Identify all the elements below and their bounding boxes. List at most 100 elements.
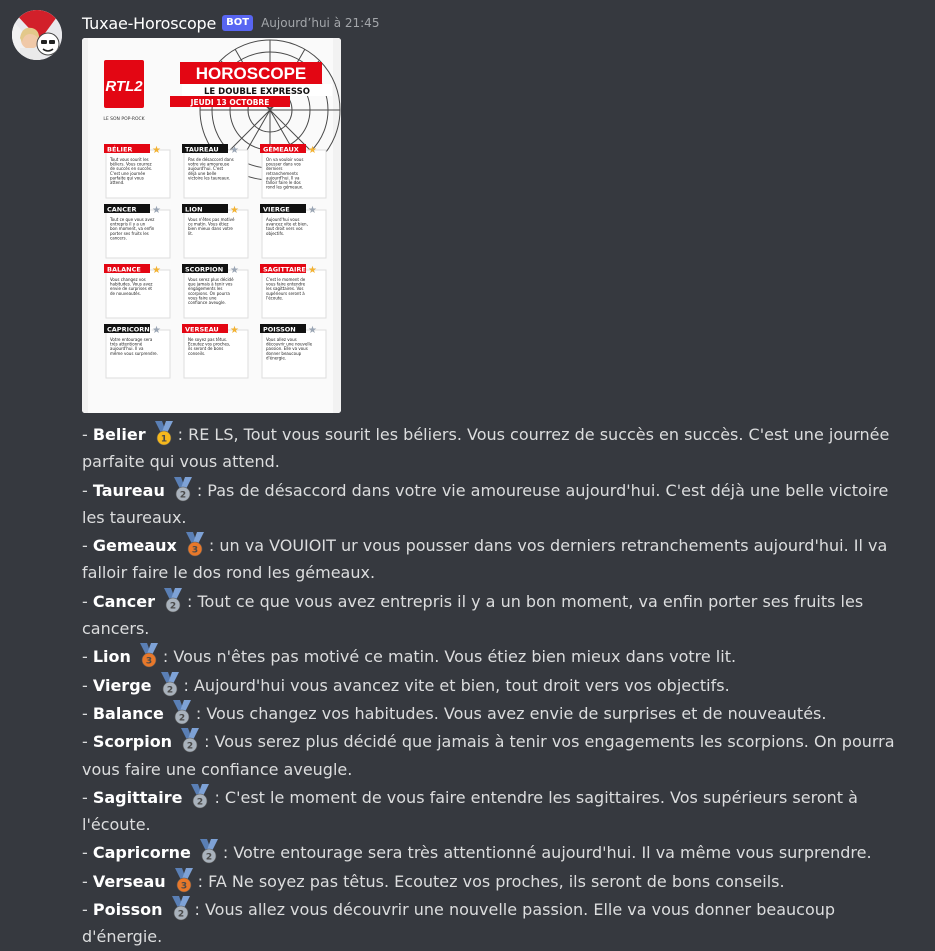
poster-card-name: BALANCE: [107, 266, 141, 274]
medal-rank: 3: [146, 657, 152, 667]
medal-rank: 2: [197, 797, 203, 807]
poster-card-text: cancers.: [110, 235, 127, 240]
entry-text: : Vous allez vous découvrir une nouvelle…: [82, 900, 836, 947]
poster-card-text: lit.: [188, 231, 193, 236]
poster-card: ★CANCERTout ce que vous avezentrepris il…: [104, 204, 171, 259]
second-place-medal-icon: 2: [177, 727, 203, 753]
poster-card-text: attend.: [110, 180, 124, 185]
medal-rank: 2: [187, 742, 193, 752]
entry-text: : Vous n'êtes pas motivé ce matin. Vous …: [162, 647, 737, 667]
second-place-medal-icon: 2: [157, 671, 183, 697]
avatar-image: [12, 10, 62, 60]
poster-card: ★GÉMEAUXOn va vouloir vouspousser dans v…: [260, 144, 327, 199]
horoscope-entry: - Verseau 3: FA Ne soyez pas têtus. Ecout…: [82, 867, 912, 895]
entry-sign-name: Taureau: [92, 480, 165, 500]
message-header: Tuxae-Horoscope BOT Aujourd’hui à 21:45: [82, 11, 379, 35]
horoscope-entry: - Sagittaire 2: C'est le moment de vous f…: [82, 783, 912, 839]
entry-text: : Vous serez plus décidé que jamais à te…: [82, 732, 895, 779]
poster-card-text: de nouveautés.: [110, 291, 141, 296]
poster-card-text: bien mieux dans votre: [188, 226, 233, 231]
poster-card-name: VERSEAU: [185, 326, 219, 334]
image-attachment[interactable]: RTL2 LE SON POP-ROCK HOROSCOPE LE DOUBLE…: [82, 38, 341, 413]
poster-card-text: objectifs.: [266, 231, 284, 236]
poster-card-name: LION: [185, 206, 203, 214]
poster-slogan: LE SON POP-ROCK: [103, 116, 145, 122]
poster-card: ★LIONVous n'êtes pas motivéce matin. Vou…: [182, 204, 249, 259]
entry-bullet: -: [82, 591, 93, 611]
poster-card-name: POISSON: [263, 326, 296, 334]
poster-card: ★TAUREAUPas de désaccord dansvotre vie a…: [182, 144, 249, 199]
entry-sign-name: Cancer: [92, 591, 156, 611]
third-place-medal-icon: 3: [182, 531, 208, 557]
entry-sign-name: Poisson: [92, 900, 163, 920]
entry-text: : Tout ce que vous avez entrepris il y a…: [82, 591, 864, 639]
entry-sign-name: Vierge: [92, 675, 152, 695]
poster-card-name: CANCER: [107, 206, 136, 214]
entry-sign-name: Belier: [92, 425, 146, 444]
entry-sign-name: Sagittaire: [92, 787, 183, 807]
poster-card: ★BÉLIERTout vous sourit lesbéliers. Vous…: [104, 144, 171, 199]
entry-sign-name: Lion: [92, 647, 131, 667]
poster-date: JEUDI 13 OCTOBRE: [190, 98, 270, 107]
star-icon: ★: [230, 145, 239, 156]
third-place-medal-icon: 3: [171, 867, 197, 893]
poster-card-name: TAUREAU: [185, 146, 219, 154]
poster-card: ★SCORPIONVous serez plus décidéque jamai…: [182, 264, 249, 319]
second-place-medal-icon: 2: [168, 895, 194, 921]
poster-card: ★CAPRICORNEVotre entourage seratrès atte…: [104, 324, 171, 379]
poster-card-name: SCORPION: [185, 266, 223, 274]
horoscope-entry: - Capricorne 2 : Votre entourage sera très…: [82, 838, 912, 866]
poster-brand: RTL2: [105, 78, 143, 95]
entry-bullet: -: [82, 843, 93, 863]
entry-text: : FA Ne soyez pas têtus. Ecoutez vos pro…: [197, 871, 785, 891]
poster-card-text: conseils.: [188, 351, 205, 356]
poster-card-text: victoire les taureaux.: [188, 175, 230, 180]
horoscope-poster: RTL2 LE SON POP-ROCK HOROSCOPE LE DOUBLE…: [82, 38, 341, 413]
entry-sign-name: Verseau: [92, 871, 166, 891]
medal-rank: 1: [160, 435, 166, 445]
star-icon: ★: [308, 265, 317, 276]
poster-card: ★VIERGEAujourd'hui vousavancez vite et b…: [260, 204, 327, 259]
entry-sign-name: Gemeaux: [92, 536, 177, 556]
username[interactable]: Tuxae-Horoscope: [82, 14, 216, 33]
second-place-medal-icon: 2: [160, 587, 186, 613]
poster-card-text: même vous surprendre.: [110, 351, 158, 356]
second-place-medal-icon: 2: [196, 838, 222, 864]
entry-text: : Aujourd'hui vous avancez vite et bien,…: [183, 675, 730, 695]
horoscope-entry: - Gemeaux 3: un va VOUIOIT ur vous pousse…: [82, 531, 912, 587]
poster-card: ★POISSONVous allez vousdécouvrir une nou…: [260, 324, 327, 379]
poster-card-text: rond les gémeaux.: [266, 185, 303, 190]
poster-card: ★BALANCEVous changez voshabitudes. Vous …: [104, 264, 171, 319]
avatar[interactable]: [12, 10, 62, 60]
entry-sign-name: Balance: [92, 703, 164, 723]
horoscope-list: - Belier 1: RE LS, Tout vous sourit les b…: [82, 420, 912, 951]
entry-bullet: -: [82, 425, 93, 444]
medal-rank: 2: [166, 685, 172, 695]
entry-text: : RE LS, Tout vous sourit les béliers. V…: [82, 425, 890, 472]
star-icon: ★: [308, 145, 317, 156]
poster-card-text: d'énergie.: [266, 355, 286, 360]
entry-bullet: -: [82, 787, 93, 807]
entry-text: : Vous changez vos habitudes. Vous avez …: [195, 703, 827, 723]
star-icon: ★: [152, 205, 161, 216]
horoscope-entry: - Cancer 2: Tout ce que vous avez entrepr…: [82, 587, 912, 643]
medal-rank: 2: [206, 853, 212, 863]
poster-card-name: SAGITTAIRE: [263, 266, 306, 274]
medal-rank: 2: [170, 601, 176, 611]
entry-text: : Pas de désaccord dans votre vie amoure…: [82, 480, 889, 527]
third-place-medal-icon: 3: [136, 642, 162, 668]
horoscope-entry: - Taureau 2: Pas de désaccord dans votre …: [82, 476, 912, 532]
entry-text: : Votre entourage sera très attentionné …: [222, 843, 872, 863]
horoscope-entry: - Vierge 2 : Aujourd'hui vous avancez vite…: [82, 671, 912, 699]
timestamp[interactable]: Aujourd’hui à 21:45: [261, 16, 379, 30]
entry-bullet: -: [82, 675, 93, 695]
poster-card-text: l'écoute.: [266, 295, 283, 300]
poster-card-name: BÉLIER: [107, 145, 132, 154]
medal-rank: 3: [181, 881, 187, 891]
entry-bullet: -: [82, 647, 93, 667]
poster-title: HOROSCOPE: [196, 64, 307, 83]
star-icon: ★: [308, 205, 317, 216]
entry-sign-name: Capricorne: [92, 843, 191, 863]
entry-bullet: -: [82, 480, 93, 500]
bot-tag: BOT: [222, 15, 254, 31]
